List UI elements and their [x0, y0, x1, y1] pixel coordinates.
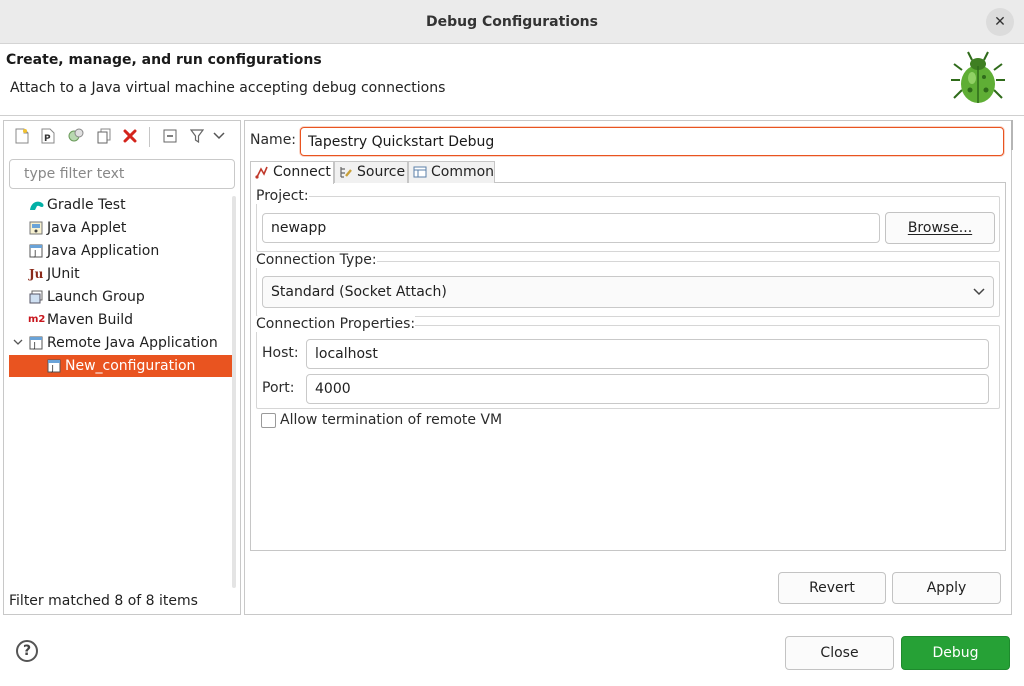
- browse-button-label: Browse...: [907, 220, 973, 236]
- tree-item-maven-build[interactable]: m2 Maven Build: [9, 309, 234, 331]
- debug-button[interactable]: Debug: [901, 636, 1010, 670]
- host-label: Host:: [262, 345, 299, 361]
- tab-label: Source: [357, 164, 406, 180]
- tree-item-label: Gradle Test: [47, 197, 126, 213]
- port-input[interactable]: 4000: [306, 374, 989, 404]
- tree-item-label: Remote Java Application: [47, 335, 218, 351]
- chevron-down-icon[interactable]: [12, 336, 27, 350]
- connection-properties-label: Connection Properties:: [256, 316, 416, 332]
- source-icon: [339, 165, 354, 179]
- header-description: Attach to a Java virtual machine accepti…: [10, 80, 446, 96]
- chevron-down-icon: [973, 277, 985, 307]
- svg-text:P: P: [44, 134, 51, 144]
- remote-java-icon: J: [29, 336, 44, 350]
- tree-item-java-application[interactable]: J Java Application: [9, 240, 234, 262]
- config-icon: J: [47, 359, 62, 373]
- java-applet-icon: [29, 221, 44, 235]
- connection-type-value: Standard (Socket Attach): [271, 284, 447, 300]
- bug-icon: [951, 51, 1005, 103]
- java-application-icon: J: [29, 244, 44, 258]
- tab-label: Connect: [273, 164, 331, 180]
- connection-type-label: Connection Type:: [256, 252, 377, 268]
- launch-group-icon: [29, 290, 44, 304]
- allow-termination-checkbox[interactable]: [261, 413, 276, 428]
- filter-status: Filter matched 8 of 8 items: [9, 593, 198, 609]
- svg-text:J: J: [51, 364, 54, 373]
- maven-icon: m2: [28, 314, 46, 325]
- tree-item-label: New_configuration: [65, 358, 196, 374]
- browse-button[interactable]: Browse...: [885, 212, 995, 244]
- junit-icon: Ju: [29, 267, 44, 281]
- header-title: Create, manage, and run configurations: [6, 52, 322, 68]
- connect-icon: [255, 165, 270, 179]
- tree-item-launch-group[interactable]: Launch Group: [9, 286, 234, 308]
- tab-connect[interactable]: Connect: [250, 161, 334, 184]
- editor-scrollbar[interactable]: [1011, 120, 1013, 150]
- tree-scrollbar[interactable]: [232, 196, 236, 588]
- tree-item-label: Java Application: [47, 243, 160, 259]
- tree-item-label: Launch Group: [47, 289, 145, 305]
- delete-icon[interactable]: [120, 126, 140, 146]
- name-input[interactable]: [300, 127, 1004, 156]
- tree-item-label: JUnit: [47, 266, 80, 282]
- collapse-all-icon[interactable]: [160, 126, 180, 146]
- tab-source[interactable]: Source: [334, 161, 408, 183]
- toolbar-separator: [149, 127, 150, 147]
- tree-item-label: Java Applet: [47, 220, 127, 236]
- chevron-down-icon[interactable]: [209, 126, 229, 146]
- export-icon[interactable]: [66, 126, 86, 146]
- tree-item-remote-java-application[interactable]: J Remote Java Application: [9, 332, 234, 354]
- connection-type-select[interactable]: Standard (Socket Attach): [262, 276, 994, 308]
- new-configuration-icon[interactable]: [12, 126, 32, 146]
- name-label: Name:: [250, 132, 297, 148]
- tree-item-junit[interactable]: Ju JUnit: [9, 263, 234, 285]
- tree-item-new-configuration[interactable]: J New_configuration: [9, 355, 234, 377]
- window-title: Debug Configurations: [426, 14, 598, 30]
- close-icon[interactable]: ✕: [986, 8, 1014, 36]
- duplicate-icon[interactable]: [94, 126, 114, 146]
- project-field[interactable]: newapp: [262, 213, 880, 243]
- tab-common[interactable]: Common: [408, 161, 495, 183]
- common-icon: [413, 165, 428, 179]
- port-label: Port:: [262, 380, 295, 396]
- apply-button[interactable]: Apply: [892, 572, 1001, 604]
- revert-button[interactable]: Revert: [778, 572, 886, 604]
- gradle-icon: [29, 198, 44, 212]
- allow-termination-label[interactable]: Allow termination of remote VM: [280, 412, 503, 428]
- help-icon[interactable]: ?: [16, 640, 38, 662]
- tree-item-label: Maven Build: [47, 312, 134, 328]
- svg-text:J: J: [33, 341, 36, 350]
- svg-text:J: J: [33, 249, 36, 258]
- new-prototype-icon[interactable]: P: [38, 126, 58, 146]
- close-button[interactable]: Close: [785, 636, 894, 670]
- filter-icon[interactable]: [187, 126, 207, 146]
- filter-input[interactable]: [9, 159, 235, 189]
- project-label: Project:: [256, 188, 309, 204]
- host-input[interactable]: localhost: [306, 339, 989, 369]
- tree-item-java-applet[interactable]: Java Applet: [9, 217, 234, 239]
- tree-item-gradle-test[interactable]: Gradle Test: [9, 194, 234, 216]
- tab-label: Common: [431, 164, 495, 180]
